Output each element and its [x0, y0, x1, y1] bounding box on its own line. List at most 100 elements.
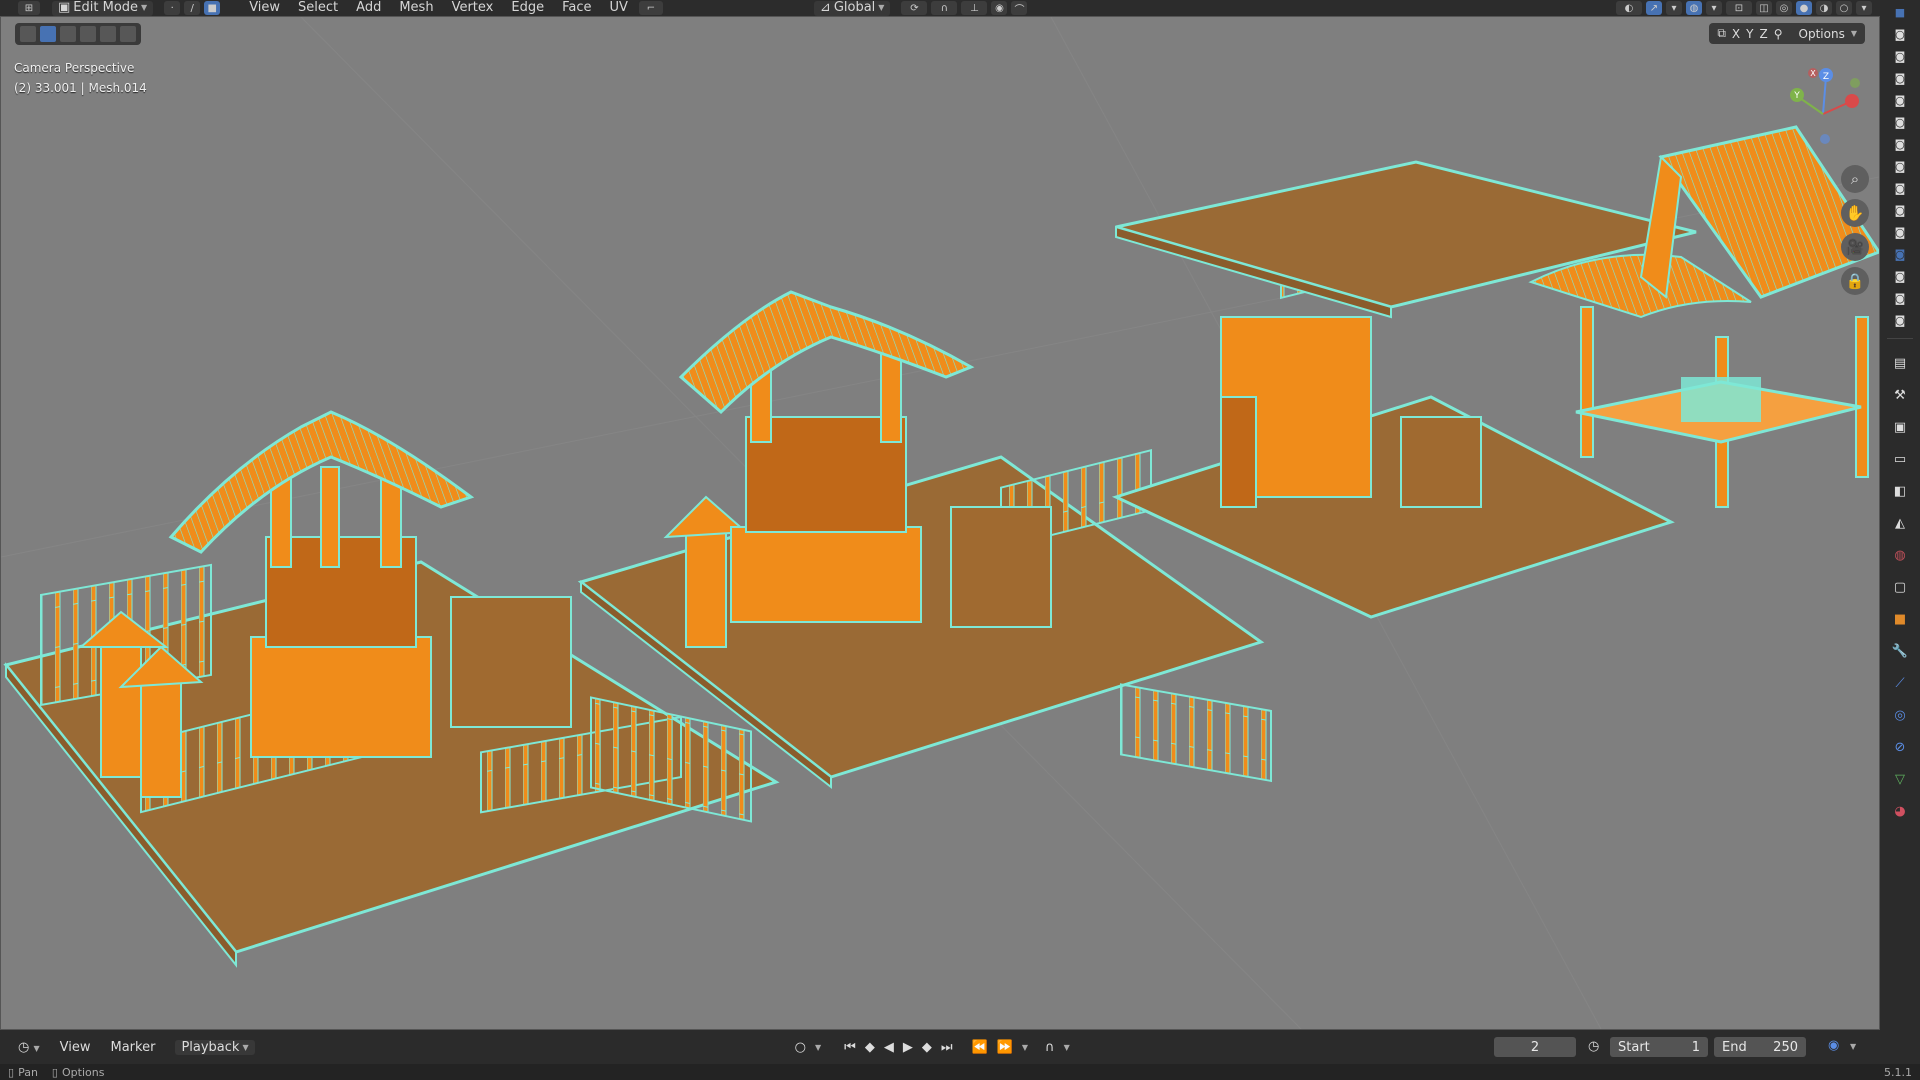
select-extend-icon[interactable]	[60, 26, 76, 42]
shading-solid-icon[interactable]: ●	[1796, 1, 1812, 15]
camera-icon[interactable]: ◙	[1892, 50, 1908, 66]
overlay-options-icon[interactable]: ▾	[1706, 1, 1722, 15]
select-subtract-icon[interactable]	[80, 26, 96, 42]
sync-icon[interactable]: ∩	[1045, 1040, 1055, 1055]
camera-icon[interactable]: ◙	[1892, 94, 1908, 110]
constraints-tab-icon[interactable]: ⊘	[1889, 736, 1911, 758]
particles-tab-icon[interactable]: ⟋	[1889, 672, 1911, 694]
camera-icon[interactable]: ◙	[1892, 182, 1908, 198]
editor-type-icon[interactable]: ▤	[1889, 352, 1911, 374]
world-tab-icon[interactable]: ◍	[1889, 544, 1911, 566]
physics-tab-icon[interactable]: ◎	[1889, 704, 1911, 726]
overlay-toggle-icon[interactable]: ◍	[1686, 1, 1702, 15]
object-tab-icon[interactable]: ■	[1889, 608, 1911, 630]
xray-toggle-icon[interactable]: ◫	[1756, 1, 1772, 15]
falloff-icon[interactable]: ⌒	[1011, 1, 1028, 16]
pivot-icon[interactable]: ⟳	[901, 1, 928, 15]
zoom-icon[interactable]: ⌕	[1841, 165, 1869, 193]
transform-orientation-dropdown[interactable]: ⊿ Global ▼	[813, 0, 891, 16]
timeline-menu-view[interactable]: View	[50, 1040, 101, 1055]
jump-start-icon[interactable]: ⏮	[844, 1040, 856, 1055]
editor-type-icon[interactable]: ⊞	[18, 1, 40, 15]
scene-render[interactable]	[1, 17, 1879, 1029]
menu-add[interactable]: Add	[347, 0, 390, 16]
tool-tab-icon[interactable]: ⚒	[1889, 384, 1911, 406]
3d-viewport[interactable]: Camera Perspective (2) 33.001 | Mesh.014…	[0, 16, 1880, 1030]
modifier-tab-icon[interactable]: 🔧	[1889, 640, 1911, 662]
timeline-menu-marker[interactable]: Marker	[101, 1040, 166, 1055]
snap-icon[interactable]: ∩	[931, 1, 958, 15]
auto-merge-icon[interactable]: ⚲	[1774, 27, 1783, 41]
menu-mesh[interactable]: Mesh	[390, 0, 442, 16]
camera-icon[interactable]: ◙	[1892, 226, 1908, 242]
visibility-icon[interactable]: ◐	[1616, 1, 1642, 15]
axis-y-toggle[interactable]: Y	[1746, 27, 1753, 41]
pan-hand-icon[interactable]: ✋	[1841, 199, 1869, 227]
jump-end-icon[interactable]: ⏭	[941, 1040, 953, 1055]
camera-icon[interactable]: ◙	[1892, 204, 1908, 220]
axis-x-toggle[interactable]: X	[1732, 27, 1740, 41]
select-box-icon[interactable]	[40, 26, 56, 42]
timeline-editor-icon[interactable]: ◷ ▼	[0, 1040, 50, 1055]
dropdown-icon[interactable]: ▼	[1064, 1043, 1070, 1052]
select-invert-icon[interactable]	[100, 26, 116, 42]
camera-icon[interactable]: ◙	[1892, 270, 1908, 286]
prev-frame-icon[interactable]: ⏪	[972, 1040, 988, 1055]
timeline-view-icon[interactable]: ◉	[1828, 1038, 1839, 1053]
view-layer-tab-icon[interactable]: ◧	[1889, 480, 1911, 502]
camera-view-icon[interactable]: 🎥	[1841, 233, 1869, 261]
scene-tab-icon[interactable]: ◭	[1889, 512, 1911, 534]
current-frame-field[interactable]: 2	[1494, 1037, 1576, 1057]
uv-tools-icon[interactable]: ⌐	[638, 1, 663, 15]
select-intersect-icon[interactable]	[120, 26, 136, 42]
menu-select[interactable]: Select	[289, 0, 347, 16]
gate-structure[interactable]	[1528, 125, 1879, 508]
play-icon[interactable]: ▶	[903, 1040, 913, 1055]
menu-edge[interactable]: Edge	[502, 0, 553, 16]
camera-icon[interactable]: ◙	[1892, 72, 1908, 88]
collection-tab-icon[interactable]: ▢	[1889, 576, 1911, 598]
mode-dropdown[interactable]: ▣ Edit Mode ▼	[52, 0, 154, 16]
axis-z-toggle[interactable]: Z	[1760, 27, 1768, 41]
camera-icon[interactable]: ◙	[1892, 28, 1908, 44]
options-button[interactable]: Options	[1799, 27, 1845, 41]
start-frame-field[interactable]: Start 1	[1610, 1037, 1708, 1057]
camera-icon[interactable]: ◙	[1892, 248, 1908, 264]
render-tab-icon[interactable]: ▣	[1889, 416, 1911, 438]
preview-range-icon[interactable]: ◷	[1588, 1039, 1599, 1054]
shading-material-icon[interactable]: ◑	[1816, 1, 1832, 15]
gizmo-options-icon[interactable]: ▾	[1666, 1, 1682, 15]
edge-select-button[interactable]: /	[184, 1, 201, 15]
snap-target-icon[interactable]: ⊥	[961, 1, 988, 15]
output-tab-icon[interactable]: ▭	[1889, 448, 1911, 470]
camera-icon[interactable]: ◙	[1892, 160, 1908, 176]
camera-icon[interactable]: ■	[1892, 6, 1908, 22]
proportional-edit-icon[interactable]: ◉	[991, 1, 1008, 15]
camera-icon[interactable]: ◙	[1892, 314, 1908, 330]
menu-uv[interactable]: UV	[600, 0, 636, 16]
record-icon[interactable]: ○	[795, 1040, 806, 1055]
timeline-menu-playback[interactable]: Playback ▼	[165, 1039, 264, 1055]
dropdown-icon[interactable]: ▼	[1022, 1043, 1028, 1052]
shading-wireframe-icon[interactable]: ◎	[1776, 1, 1792, 15]
next-keyframe-icon[interactable]: ◆	[922, 1040, 932, 1055]
lock-icon[interactable]: 🔒	[1841, 267, 1869, 295]
shrine-3[interactable]	[1111, 160, 1697, 783]
vertex-select-button[interactable]: ·	[164, 1, 181, 15]
camera-icon[interactable]: ◙	[1892, 138, 1908, 154]
gizmo-toggle-icon[interactable]: ↗	[1646, 1, 1662, 15]
menu-face[interactable]: Face	[553, 0, 600, 16]
camera-icon[interactable]: ◙	[1892, 292, 1908, 308]
material-tab-icon[interactable]: ◕	[1889, 800, 1911, 822]
data-tab-icon[interactable]: ▽	[1889, 768, 1911, 790]
mesh-edit-overlay-icon[interactable]: ⊡	[1726, 1, 1752, 15]
menu-vertex[interactable]: Vertex	[443, 0, 503, 16]
menu-view[interactable]: View	[240, 0, 289, 16]
next-frame-icon[interactable]: ⏩	[997, 1040, 1013, 1055]
select-tweak-icon[interactable]	[20, 26, 36, 42]
prev-keyframe-icon[interactable]: ◆	[865, 1040, 875, 1055]
chevron-down-icon[interactable]: ▼	[1850, 1042, 1856, 1051]
navigation-gizmo[interactable]: Z X Y	[1783, 59, 1873, 149]
shading-rendered-icon[interactable]: ○	[1836, 1, 1852, 15]
play-reverse-icon[interactable]: ◀	[884, 1040, 894, 1055]
